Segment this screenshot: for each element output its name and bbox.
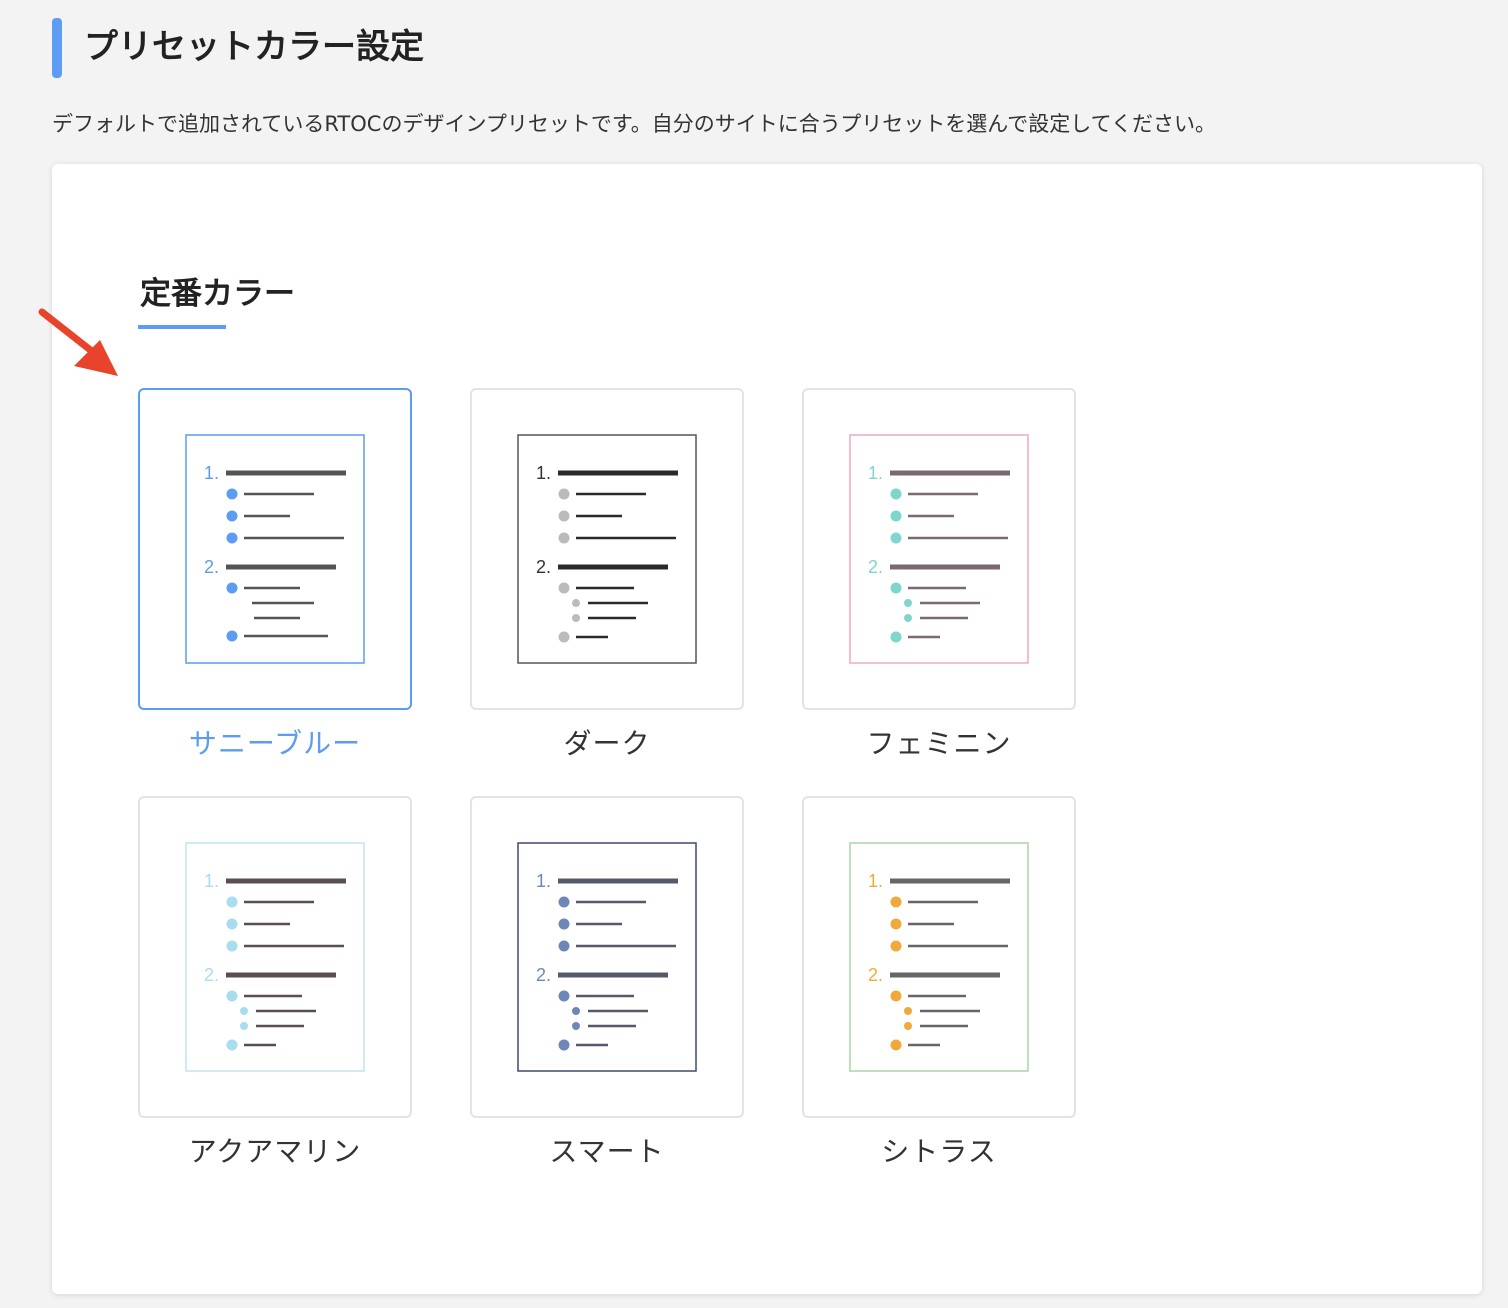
preset-aquamarine[interactable]: 1. 2. アクアマリン (138, 796, 412, 1168)
preset-card: 定番カラー 1. 2. サニーブルー 1. 2. ダーク 1. 2. フェミニン 1. 2. アクアマ… (38, 164, 1482, 1294)
section-underline (138, 325, 226, 329)
pointer-arrow-icon (38, 308, 118, 376)
preview-bullet (226, 532, 238, 544)
preset-label[interactable]: アクアマリン (138, 1132, 412, 1172)
preview-bullet (890, 532, 902, 544)
section-title: 定番カラー (140, 276, 295, 312)
preset-sunny-blue[interactable]: 1. 2. サニーブルー (138, 388, 412, 760)
preview-bullet (890, 510, 902, 522)
preview-number: 2. (536, 965, 551, 985)
preview-bullet (558, 631, 570, 643)
preset-thumbnail[interactable]: 1. 2. (802, 796, 1076, 1118)
toc-preview-icon: 1. 2. (849, 842, 1029, 1072)
preview-bullet (890, 918, 902, 930)
toc-preview-icon: 1. 2. (849, 434, 1029, 664)
preview-bullet (226, 990, 238, 1002)
preview-number: 1. (204, 463, 219, 483)
page-description: デフォルトで追加されているRTOCのデザインプリセットです。自分のサイトに合うプ… (52, 112, 1216, 136)
preview-bullet (226, 1039, 238, 1051)
preview-bullet (558, 510, 570, 522)
preview-bullet (558, 532, 570, 544)
preview-number: 2. (204, 557, 219, 577)
preset-thumbnail[interactable]: 1. 2. (470, 388, 744, 710)
preview-number: 1. (204, 871, 219, 891)
preview-number: 2. (204, 965, 219, 985)
preview-number: 1. (536, 463, 551, 483)
preset-citrus[interactable]: 1. 2. シトラス (802, 796, 1076, 1168)
preview-number: 1. (536, 871, 551, 891)
preview-bullet (226, 582, 238, 594)
heading-accent-bar (52, 18, 62, 78)
preset-label[interactable]: サニーブルー (138, 724, 412, 764)
preview-bullet (558, 1039, 570, 1051)
preview-bullet (558, 990, 570, 1002)
preview-bullet (572, 1022, 580, 1030)
preview-bullet (226, 918, 238, 930)
toc-preview-icon: 1. 2. (517, 842, 697, 1072)
page-title: プリセットカラー設定 (84, 27, 424, 67)
preview-number: 2. (536, 557, 551, 577)
preview-bullet (572, 599, 580, 607)
preview-bullet (572, 614, 580, 622)
preset-label[interactable]: フェミニン (802, 724, 1076, 764)
preview-bullet (904, 1022, 912, 1030)
preview-bullet (890, 990, 902, 1002)
preset-thumbnail[interactable]: 1. 2. (470, 796, 744, 1118)
preview-bullet (890, 631, 902, 643)
preset-smart[interactable]: 1. 2. スマート (470, 796, 744, 1168)
preview-bullet (904, 614, 912, 622)
preview-number: 2. (868, 557, 883, 577)
preview-bullet (226, 510, 238, 522)
preview-bullet (226, 488, 238, 500)
toc-preview-icon: 1. 2. (185, 434, 365, 664)
preset-thumbnail[interactable]: 1. 2. (138, 796, 412, 1118)
preset-thumbnail[interactable]: 1. 2. (802, 388, 1076, 710)
preset-thumbnail[interactable]: 1. 2. (138, 388, 412, 710)
preview-bullet (558, 896, 570, 908)
preview-bullet (558, 582, 570, 594)
preset-feminine[interactable]: 1. 2. フェミニン (802, 388, 1076, 760)
preview-bullet (240, 1007, 248, 1015)
preset-label[interactable]: シトラス (802, 1132, 1076, 1172)
preview-number: 2. (868, 965, 883, 985)
preset-label[interactable]: ダーク (470, 724, 744, 764)
preview-bullet (572, 1007, 580, 1015)
preview-bullet (904, 599, 912, 607)
toc-preview-icon: 1. 2. (517, 434, 697, 664)
preset-dark[interactable]: 1. 2. ダーク (470, 388, 744, 760)
preview-bullet (890, 1039, 902, 1051)
preview-number: 1. (868, 463, 883, 483)
preview-bullet (558, 918, 570, 930)
preview-bullet (226, 896, 238, 908)
preview-bullet (226, 940, 238, 952)
preview-bullet (890, 940, 902, 952)
preview-bullet (558, 940, 570, 952)
preview-bullet (904, 1007, 912, 1015)
preview-bullet (558, 488, 570, 500)
preview-bullet (226, 630, 238, 642)
preview-bullet (240, 1022, 248, 1030)
preview-bullet (890, 896, 902, 908)
preview-number: 1. (868, 871, 883, 891)
preset-label[interactable]: スマート (470, 1132, 744, 1172)
preview-bullet (890, 488, 902, 500)
toc-preview-icon: 1. 2. (185, 842, 365, 1072)
preview-bullet (890, 582, 902, 594)
